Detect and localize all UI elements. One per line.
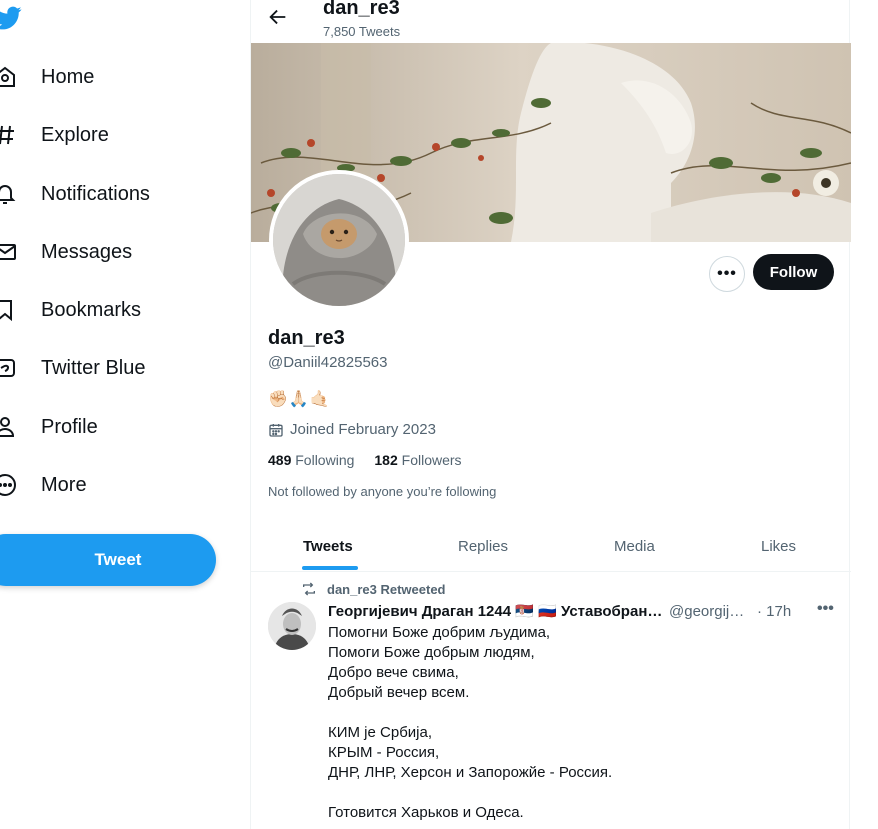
tweet-more-icon[interactable]: ••• (817, 600, 834, 618)
profile-joined-date: Joined February 2023 (268, 421, 436, 438)
bookmark-icon (0, 297, 18, 323)
header-profile-name: dan_re3 (323, 0, 400, 19)
tab-likes[interactable]: Likes (761, 521, 796, 571)
hashtag-icon (0, 122, 18, 148)
envelope-icon (0, 239, 18, 265)
following-link[interactable]: 489 Following (268, 452, 354, 468)
retweet-note: dan_re3 Retweeted (301, 581, 446, 597)
sidebar-item-label: More (41, 473, 87, 496)
tweet-text: Помогни Боже добрим људима, Помоги Боже … (328, 624, 613, 821)
sidebar-item-more[interactable]: More (0, 465, 87, 505)
sidebar-item-home[interactable]: Home (0, 57, 94, 97)
sidebar-item-label: Notifications (41, 182, 150, 205)
tab-media[interactable]: Media (614, 521, 655, 571)
bell-icon (0, 181, 18, 207)
back-arrow-icon[interactable] (267, 6, 289, 28)
sidebar-item-messages[interactable]: Messages (0, 232, 132, 272)
profile-stats: 489 Following 182 Followers (268, 452, 462, 468)
tweet-author-avatar[interactable] (268, 602, 316, 650)
sidebar-item-label: Twitter Blue (41, 356, 146, 379)
profile-handle: @Daniil42825563 (268, 354, 388, 371)
joined-text: Joined February 2023 (290, 421, 436, 438)
followers-label: Followers (401, 452, 462, 468)
active-tab-indicator (302, 566, 358, 570)
twitter-blue-icon (0, 355, 18, 381)
following-count: 489 (268, 452, 292, 468)
profile-header-bar: dan_re3 7,850 Tweets (251, 0, 851, 43)
following-label: Following (295, 452, 355, 468)
sidebar-item-label: Bookmarks (41, 298, 142, 321)
sidebar-item-explore[interactable]: Explore (0, 115, 109, 155)
home-icon (0, 64, 18, 90)
more-options-button[interactable]: ••• (709, 256, 745, 292)
sidebar-item-label: Profile (41, 415, 98, 438)
retweet-note-text[interactable]: dan_re3 Retweeted (327, 582, 446, 597)
followers-link[interactable]: 182 Followers (374, 452, 461, 468)
person-icon (0, 414, 18, 440)
tweet-timestamp[interactable]: · 17h (757, 603, 791, 620)
profile-avatar[interactable] (269, 170, 409, 310)
profile-tabs: Tweets Replies Media Likes (251, 521, 851, 572)
mutual-followers-note: Not followed by anyone you’re following (268, 484, 497, 499)
sidebar: Home Explore Notifications Messages Book… (0, 0, 250, 829)
followers-count: 182 (374, 452, 398, 468)
more-circle-icon (0, 472, 18, 498)
sidebar-item-profile[interactable]: Profile (0, 407, 98, 447)
tweet-author-name[interactable]: Георгијевич Драган 1244 🇷🇸 🇷🇺 Уставобран… (328, 602, 663, 620)
sidebar-item-label: Home (41, 65, 95, 88)
ellipsis-icon: ••• (717, 265, 737, 282)
tab-replies[interactable]: Replies (458, 521, 508, 571)
twitter-bird-icon[interactable] (0, 4, 22, 32)
tab-tweets[interactable]: Tweets (303, 521, 353, 571)
sidebar-item-label: Explore (41, 123, 109, 146)
calendar-icon (269, 423, 283, 437)
tweet-button[interactable]: Tweet (0, 534, 216, 586)
tweet-header: Георгијевич Драган 1244 🇷🇸 🇷🇺 Уставобран… (328, 602, 828, 621)
header-tweet-count: 7,850 Tweets (323, 24, 401, 39)
sidebar-item-bookmarks[interactable]: Bookmarks (0, 290, 141, 330)
sidebar-item-twitter-blue[interactable]: Twitter Blue (0, 348, 145, 388)
sidebar-item-notifications[interactable]: Notifications (0, 174, 150, 214)
retweet-icon (303, 582, 315, 596)
profile-name: dan_re3 (268, 327, 345, 349)
follow-button[interactable]: Follow (753, 254, 834, 290)
tweet-author-handle[interactable]: @georgijevicdragan (669, 603, 751, 620)
profile-column: dan_re3 7,850 Tweets ••• Follow dan_re3 … (250, 0, 851, 829)
profile-bio: ✊🏻🙏🏻🤙🏻 (268, 391, 331, 408)
sidebar-item-label: Messages (41, 240, 133, 263)
